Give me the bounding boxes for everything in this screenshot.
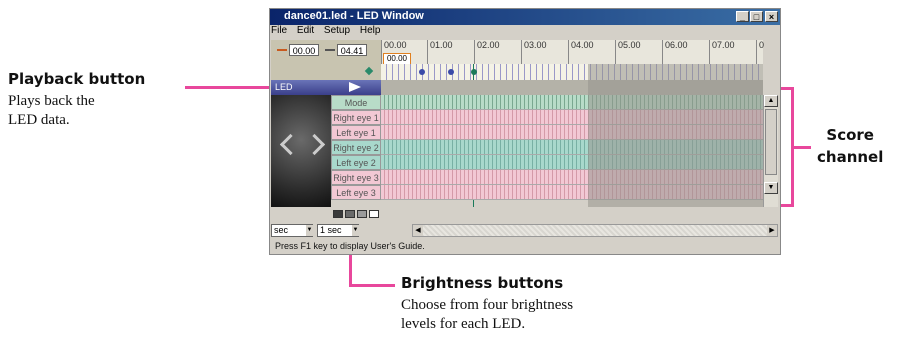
end-time-field[interactable]: 04.41 bbox=[337, 44, 367, 56]
channel-label-right-eye-3[interactable]: Right eye 3 bbox=[331, 170, 381, 185]
tick-7: 07.00 bbox=[709, 40, 735, 64]
tick-2: 02.00 bbox=[474, 40, 500, 64]
brightness-callout-title: Brightness buttons bbox=[401, 274, 564, 292]
channel-label-left-eye-2[interactable]: Left eye 2 bbox=[331, 155, 381, 170]
robot-eye-left-icon bbox=[279, 133, 302, 156]
tick-6: 06.00 bbox=[662, 40, 688, 64]
brightness-button-3[interactable] bbox=[357, 210, 367, 218]
cursor-diamond-icon bbox=[364, 66, 374, 76]
menu-help[interactable]: Help bbox=[360, 25, 381, 36]
window-title: dance01.led - LED Window bbox=[284, 10, 424, 22]
tick-5: 05.00 bbox=[615, 40, 641, 64]
end-marker-icon bbox=[325, 49, 335, 51]
out-of-range-region bbox=[588, 64, 763, 207]
menu-file[interactable]: File bbox=[271, 25, 287, 36]
vertical-scrollbar[interactable]: ▲ ▼ bbox=[763, 95, 778, 207]
channel-labels: Mode Right eye 1 Left eye 1 Right eye 2 … bbox=[331, 95, 381, 200]
time-control-panel: 00.00 04.41 bbox=[271, 40, 381, 80]
channel-label-right-eye-2[interactable]: Right eye 2 bbox=[331, 140, 381, 155]
timeline-ruler[interactable]: 00.00 01.00 02.00 03.00 04.00 05.00 06.0… bbox=[381, 40, 764, 65]
brightness-callout-horizontal bbox=[349, 284, 395, 287]
robot-eye-right-icon bbox=[303, 133, 326, 156]
maximize-button[interactable]: □ bbox=[750, 11, 763, 22]
channel-label-left-eye-3[interactable]: Left eye 3 bbox=[331, 185, 381, 200]
playback-row: LED bbox=[271, 80, 381, 95]
tick-8: 0 bbox=[756, 40, 764, 64]
channel-label-mode[interactable]: Mode bbox=[331, 95, 381, 110]
channel-label-right-eye-1[interactable]: Right eye 1 bbox=[331, 110, 381, 125]
channel-label-left-eye-1[interactable]: Left eye 1 bbox=[331, 125, 381, 140]
scroll-right-icon[interactable]: ▶ bbox=[767, 225, 777, 236]
horizontal-scrollbar[interactable]: ◀ ▶ bbox=[412, 224, 778, 237]
start-time-field[interactable]: 00.00 bbox=[289, 44, 319, 56]
score-bracket-pointer bbox=[791, 146, 811, 149]
status-bar: Press F1 key to display User's Guide. bbox=[275, 241, 425, 251]
brightness-callout-text: Choose from four brightness levels for e… bbox=[401, 297, 574, 332]
playback-callout-text: Plays back the LED data. bbox=[8, 93, 95, 128]
close-button[interactable]: × bbox=[765, 11, 778, 22]
cue-dot-icon bbox=[471, 69, 477, 75]
score-callout-title: Score channel bbox=[817, 126, 884, 166]
scroll-down-icon[interactable]: ▼ bbox=[764, 182, 778, 194]
play-arrow-icon bbox=[349, 82, 361, 92]
menu-edit[interactable]: Edit bbox=[297, 25, 314, 36]
playback-callout-title: Playback button bbox=[8, 70, 146, 88]
title-bar[interactable]: dance01.led - LED Window _ □ × bbox=[270, 9, 780, 25]
scroll-up-icon[interactable]: ▲ bbox=[764, 95, 778, 107]
cue-dot-icon bbox=[419, 69, 425, 75]
brightness-panel bbox=[271, 207, 381, 223]
tick-3: 03.00 bbox=[521, 40, 547, 64]
minimize-button[interactable]: _ bbox=[736, 11, 749, 22]
brightness-button-2[interactable] bbox=[345, 210, 355, 218]
step-dropdown-icon[interactable]: ▼ bbox=[352, 225, 359, 236]
cue-dot-icon bbox=[448, 69, 454, 75]
tick-4: 04.00 bbox=[568, 40, 594, 64]
menu-setup[interactable]: Setup bbox=[324, 25, 350, 36]
scroll-thumb[interactable] bbox=[765, 109, 777, 175]
playback-button[interactable] bbox=[331, 82, 375, 93]
led-row-label: LED bbox=[275, 82, 293, 92]
robot-face-image bbox=[271, 95, 331, 207]
start-marker-icon bbox=[277, 49, 287, 51]
scroll-left-icon[interactable]: ◀ bbox=[413, 225, 423, 236]
menu-bar: File Edit Setup Help bbox=[271, 25, 387, 39]
tick-1: 01.00 bbox=[427, 40, 453, 64]
unit-dropdown-icon[interactable]: ▼ bbox=[306, 225, 313, 236]
brightness-button-4[interactable] bbox=[369, 210, 379, 218]
brightness-button-1[interactable] bbox=[333, 210, 343, 218]
